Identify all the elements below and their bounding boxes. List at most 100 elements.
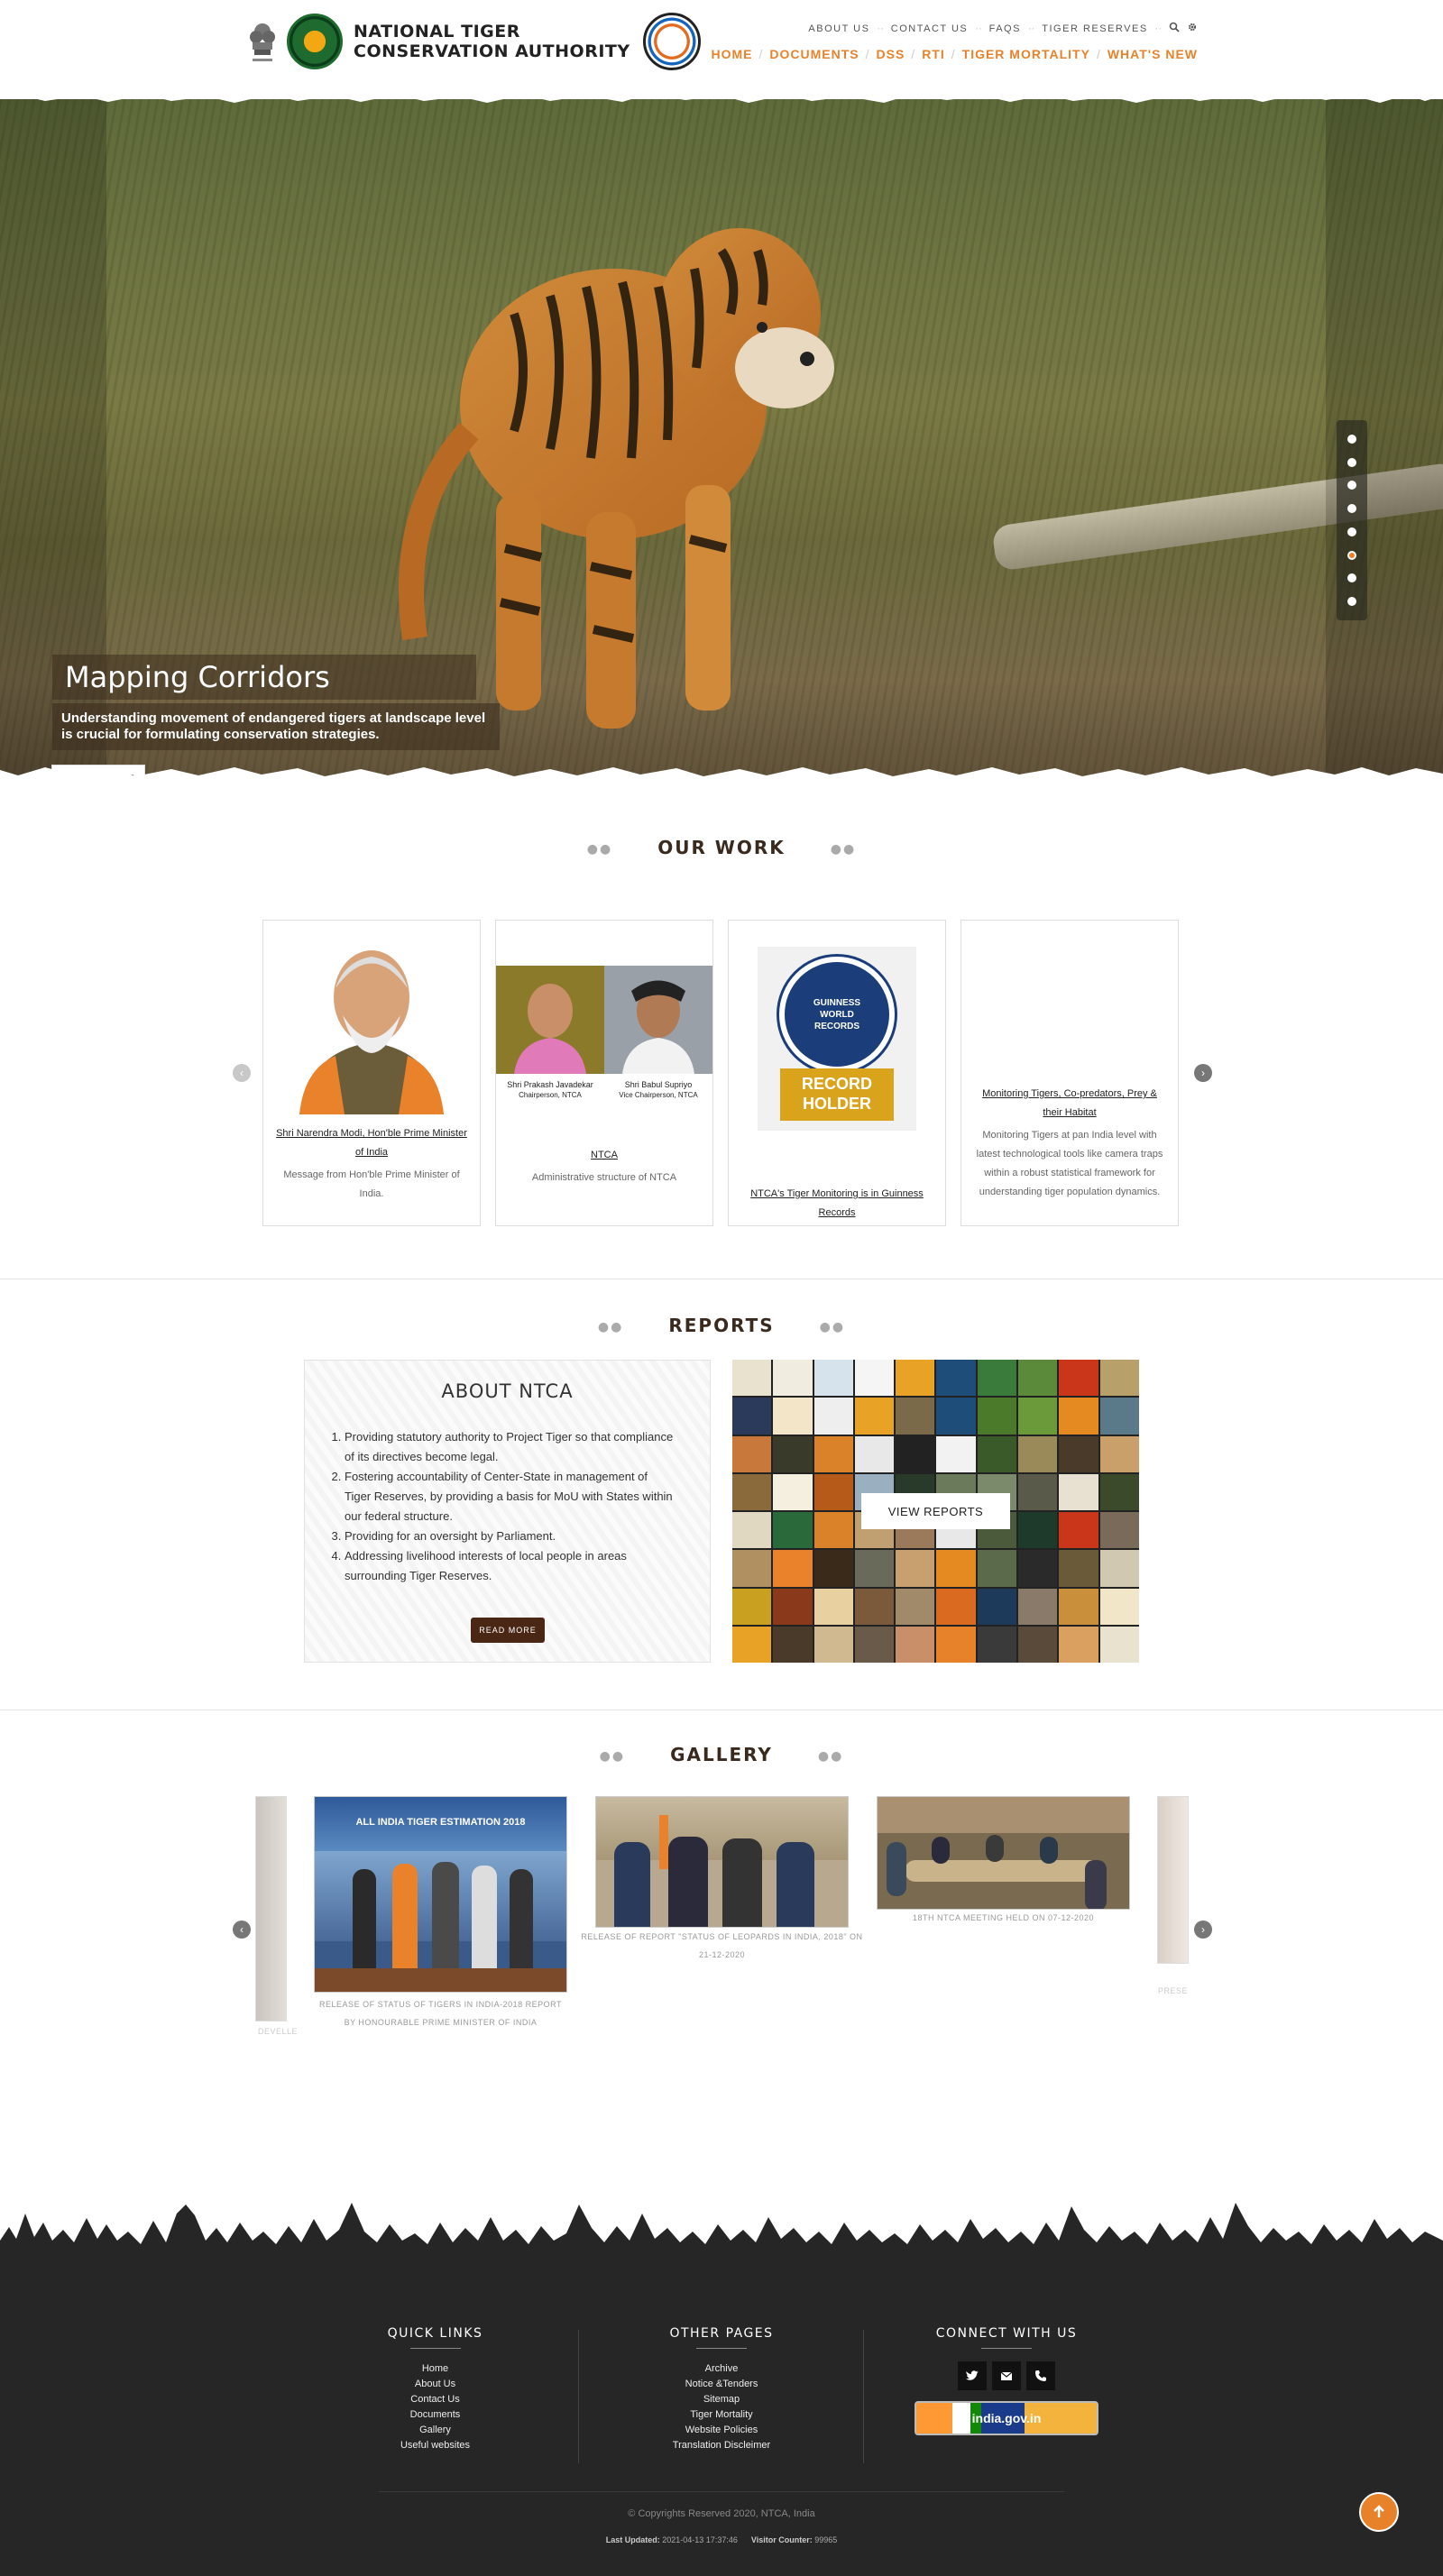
twitter-icon[interactable] — [958, 2361, 987, 2390]
gallery-caption: 18TH NTCA MEETING HELD ON 07-12-2020 — [912, 1913, 1095, 1922]
footer-link-home[interactable]: Home — [361, 2361, 510, 2377]
separator: / — [758, 47, 764, 61]
topnav-contact-us[interactable]: CONTACT US — [891, 23, 969, 34]
about-read-more-button[interactable]: READ MORE — [471, 1618, 545, 1643]
work-card-title[interactable]: Shri Narendra Modi, Hon'ble Prime Minist… — [263, 1124, 480, 1162]
gallery-prev-arrow[interactable]: ‹ — [233, 1921, 251, 1939]
separator: ·· — [1027, 23, 1035, 34]
nav-tiger-mortality[interactable]: TIGER MORTALITY — [962, 47, 1090, 61]
gallery-edge-left-image[interactable] — [255, 1796, 287, 2021]
footer-link-gallery[interactable]: Gallery — [361, 2423, 510, 2438]
visitor-counter-label: Visitor Counter: — [750, 2535, 813, 2544]
slider-dot[interactable] — [1347, 504, 1356, 514]
nav-rti[interactable]: RTI — [922, 47, 945, 61]
footer-title-underline — [981, 2348, 1032, 2349]
work-card-ntca[interactable]: Shri Prakash Javadekar Chairperson, NTCA… — [495, 920, 713, 1226]
footer-column-title: QUICK LINKS — [387, 2326, 483, 2341]
slider-dot-active[interactable] — [1347, 550, 1356, 560]
phone-icon[interactable] — [1026, 2361, 1055, 2390]
slider-dot[interactable] — [1347, 527, 1356, 536]
badge-line: RECORD — [801, 1075, 872, 1093]
footer-link-translation-disclaimer[interactable]: Translation Discleimer — [645, 2438, 798, 2453]
separator: / — [951, 47, 956, 61]
view-reports-button[interactable]: VIEW REPORTS — [861, 1493, 1010, 1529]
footer-link-archive[interactable]: Archive — [645, 2361, 798, 2377]
email-icon[interactable] — [992, 2361, 1021, 2390]
last-updated-value: 2021-04-13 17:37:46 — [662, 2535, 738, 2544]
topnav-tiger-reserves[interactable]: TIGER RESERVES — [1042, 23, 1147, 34]
separator: / — [911, 47, 916, 61]
about-ntca-title: ABOUT NTCA — [441, 1380, 574, 1402]
footer-link-notice-tenders[interactable]: Notice &Tenders — [645, 2377, 798, 2392]
site-footer: QUICK LINKS Home About Us Contact Us Doc… — [0, 2272, 1443, 2576]
ntca-seal-icon — [287, 14, 343, 69]
gallery-title: GALLERY — [670, 1744, 773, 1765]
reports-title: REPORTS — [668, 1315, 775, 1336]
gallery-caption: RELEASE OF STATUS OF TIGERS IN INDIA-201… — [319, 2000, 562, 2027]
search-icon[interactable] — [1169, 22, 1180, 35]
gallery-next-arrow[interactable]: › — [1194, 1921, 1212, 1939]
footer-rule — [379, 2491, 1064, 2492]
gallery-banner-text: ALL INDIA TIGER ESTIMATION 2018 — [355, 1817, 526, 1828]
work-card-monitoring[interactable]: Monitoring Tigers, Co-predators, Prey & … — [960, 920, 1179, 1226]
visitor-counter-value: 99965 — [814, 2535, 838, 2544]
gallery-edge-caption: DEVELLE — [257, 2027, 299, 2036]
gallery-image-ntca-meeting[interactable] — [877, 1796, 1130, 1910]
hero-subtitle: Understanding movement of endangered tig… — [52, 703, 500, 750]
our-work-prev-arrow[interactable]: ‹ — [233, 1064, 251, 1082]
gallery-edge-right-image[interactable] — [1157, 1796, 1189, 1964]
footer-link-documents[interactable]: Documents — [361, 2407, 510, 2423]
pm-portrait — [263, 921, 480, 1119]
footer-link-useful-websites[interactable]: Useful websites — [361, 2438, 510, 2453]
slider-dot[interactable] — [1347, 457, 1356, 467]
about-point: Providing for an oversight by Parliament… — [345, 1526, 674, 1546]
project-tiger-seal-icon — [642, 13, 701, 70]
back-to-top-button[interactable] — [1359, 2492, 1399, 2532]
footer-link-website-policies[interactable]: Website Policies — [645, 2423, 798, 2438]
topnav-faqs[interactable]: FAQS — [989, 23, 1021, 34]
footer-title-underline — [409, 2348, 461, 2349]
india-gov-banner[interactable]: india.gov.in — [915, 2401, 1098, 2435]
work-card-guinness[interactable]: GUINNESS WORLD RECORDS RECORD HOLDER NTC… — [728, 920, 946, 1226]
work-card-title[interactable]: NTCA — [496, 1146, 712, 1165]
main-nav: HOME / DOCUMENTS / DSS / RTI / TIGER MOR… — [711, 47, 1198, 61]
about-point: Addressing livelihood interests of local… — [345, 1546, 674, 1586]
camera-trap-collage — [961, 921, 1178, 1079]
footer-divider — [863, 2330, 864, 2463]
footer-link-about-us[interactable]: About Us — [361, 2377, 510, 2392]
footer-link-contact-us[interactable]: Contact Us — [361, 2392, 510, 2407]
footer-link-sitemap[interactable]: Sitemap — [645, 2392, 798, 2407]
site-header: NATIONAL TIGER CONSERVATION AUTHORITY AB… — [0, 0, 1443, 99]
site-name-line2: CONSERVATION AUTHORITY — [354, 41, 630, 61]
heading-deco-left: ●● — [597, 1319, 624, 1334]
work-card-pm[interactable]: Shri Narendra Modi, Hon'ble Prime Minist… — [262, 920, 481, 1226]
work-card-title[interactable]: Monitoring Tigers, Co-predators, Prey & … — [961, 1085, 1178, 1123]
slider-dot[interactable] — [1347, 481, 1356, 490]
nav-dss[interactable]: DSS — [877, 47, 905, 61]
site-logo[interactable]: NATIONAL TIGER CONSERVATION AUTHORITY — [245, 13, 701, 70]
nav-documents[interactable]: DOCUMENTS — [769, 47, 859, 61]
footer-column-title: CONNECT WITH US — [935, 2326, 1078, 2341]
slider-dot[interactable] — [1347, 573, 1356, 583]
separator: ·· — [877, 23, 884, 34]
gallery-image-tiger-estimation[interactable]: ALL INDIA TIGER ESTIMATION 2018 — [314, 1796, 567, 1993]
hero-slider[interactable]: Mapping Corridors Understanding movement… — [0, 97, 1443, 784]
footer-connect: CONNECT WITH US india.gov.in — [902, 2326, 1111, 2435]
footer-column-title: OTHER PAGES — [669, 2326, 774, 2341]
gallery-image-leopards-report[interactable] — [595, 1796, 849, 1928]
nav-whats-new[interactable]: WHAT'S NEW — [1108, 47, 1198, 61]
gallery-edge-caption: PRESE — [1157, 1986, 1188, 1995]
heading-deco-right: ●● — [819, 1319, 846, 1334]
topnav-about-us[interactable]: ABOUT US — [808, 23, 869, 34]
person-name: Shri Prakash Javadekar — [507, 1080, 593, 1089]
slider-dot[interactable] — [1347, 434, 1356, 444]
work-card-title[interactable]: NTCA's Tiger Monitoring is in Guinness R… — [729, 1185, 945, 1223]
slider-dot[interactable] — [1347, 597, 1356, 607]
gear-icon[interactable] — [1187, 22, 1198, 35]
our-work-next-arrow[interactable]: › — [1194, 1064, 1212, 1082]
social-links — [902, 2361, 1111, 2390]
footer-link-tiger-mortality[interactable]: Tiger Mortality — [645, 2407, 798, 2423]
work-card-desc: Administrative structure of NTCA — [531, 1172, 677, 1183]
footer-other-pages: OTHER PAGES Archive Notice &Tenders Site… — [645, 2326, 798, 2453]
nav-home[interactable]: HOME — [711, 47, 752, 61]
